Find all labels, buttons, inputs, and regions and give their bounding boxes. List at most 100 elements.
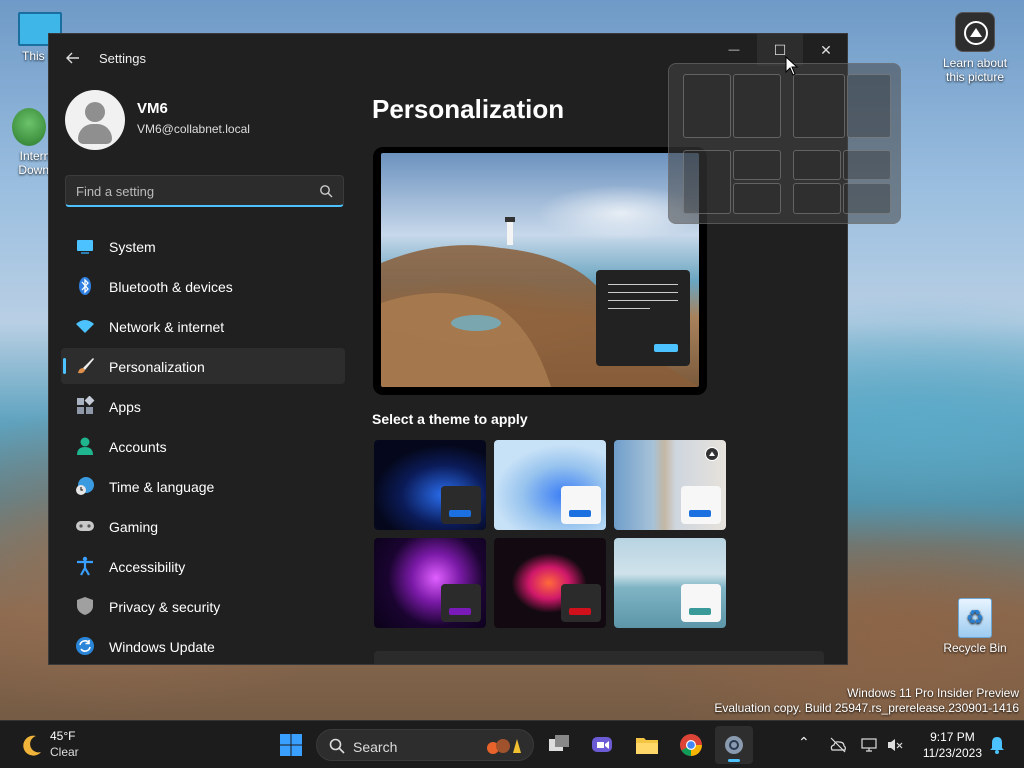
snap-zone[interactable] (683, 74, 731, 138)
clock-date: 11/23/2023 (922, 746, 982, 760)
theme-captured-motion[interactable] (494, 538, 606, 628)
folder-icon (636, 738, 658, 754)
theme-windows-light[interactable] (494, 440, 606, 530)
settings-taskbar-button[interactable] (715, 726, 753, 764)
nav-label: Personalization (109, 359, 205, 375)
user-email: VM6@collabnet.local (137, 122, 250, 136)
snap-zone[interactable] (733, 150, 781, 180)
file-explorer-button[interactable] (628, 726, 666, 764)
weather-condition: Clear (50, 745, 79, 759)
close-button[interactable]: ✕ (803, 34, 847, 66)
nav-label: Gaming (109, 519, 159, 535)
nav-item-bluetooth[interactable]: Bluetooth & devices (61, 268, 345, 304)
nav-label: Accessibility (109, 559, 186, 575)
snap-zone[interactable] (793, 183, 841, 214)
window-title: Settings (99, 51, 146, 66)
wallpaper-preview-image (381, 153, 699, 387)
nav-item-system[interactable]: System (61, 228, 345, 264)
nav-item-network[interactable]: Network & internet (61, 308, 345, 344)
theme-spotlight[interactable] (614, 440, 726, 530)
start-button[interactable] (272, 726, 310, 764)
nav-label: Privacy & security (109, 599, 221, 615)
apps-icon (77, 396, 95, 414)
chrome-button[interactable] (672, 726, 710, 764)
nav-item-apps[interactable]: Apps (61, 388, 345, 424)
snap-zone[interactable] (733, 183, 781, 214)
volume-muted-icon[interactable] (886, 736, 904, 754)
bluetooth-icon (79, 277, 91, 295)
search-icon (320, 185, 333, 198)
user-profile[interactable]: VM6 VM6@collabnet.local (65, 90, 355, 154)
nav-label: Bluetooth & devices (109, 279, 233, 295)
taskbar-search[interactable]: Search (316, 729, 534, 761)
active-indicator (728, 759, 740, 762)
chrome-icon (680, 734, 702, 756)
person-icon (77, 437, 93, 455)
teams-button[interactable] (583, 726, 621, 764)
snap-zone[interactable] (847, 74, 891, 138)
minimize-button[interactable]: — (711, 34, 757, 66)
back-button[interactable] (61, 46, 85, 70)
globe-clock-icon (76, 477, 94, 495)
download-manager-icon (12, 108, 46, 146)
nav-item-accessibility[interactable]: Accessibility (61, 548, 345, 584)
nav-item-accounts[interactable]: Accounts (61, 428, 345, 464)
nav-label: Time & language (109, 479, 215, 495)
snap-zone[interactable] (793, 74, 845, 138)
user-name: VM6 (137, 100, 168, 117)
network-icon[interactable] (860, 736, 878, 754)
learn-label: Learn about this picture (942, 56, 1008, 84)
nav-item-windows-update[interactable]: Windows Update (61, 628, 345, 664)
moon-icon (23, 735, 41, 756)
clock[interactable]: 9:17 PM 11/23/2023 (923, 729, 982, 761)
nav-label: System (109, 239, 156, 255)
brush-icon (78, 358, 94, 374)
nav-item-privacy-security[interactable]: Privacy & security (61, 588, 345, 624)
search-placeholder: Find a setting (76, 184, 155, 199)
weather-temperature: 45°F (50, 729, 76, 743)
update-icon (76, 637, 94, 655)
theme-glow[interactable] (374, 538, 486, 628)
nav-item-gaming[interactable]: Gaming (61, 508, 345, 544)
snap-zone[interactable] (733, 74, 781, 138)
search-icon (329, 738, 345, 754)
nav-label: Windows Update (109, 639, 215, 655)
settings-nav: System Bluetooth & devices Network & int… (61, 228, 345, 664)
theme-windows-dark[interactable] (374, 440, 486, 530)
recycle-bin-icon: ♻ (958, 598, 992, 638)
task-view-button[interactable] (540, 726, 578, 764)
themes-more-row[interactable] (374, 651, 824, 664)
snap-zone[interactable] (683, 150, 731, 214)
shield-icon (77, 597, 93, 615)
task-view-icon (549, 735, 569, 751)
chat-icon (592, 737, 612, 752)
watermark-line-1: Windows 11 Pro Insider Preview (847, 686, 1019, 700)
snap-layouts-flyout (668, 63, 901, 224)
show-hidden-icons-button[interactable]: ⌃ (798, 734, 810, 751)
learn-about-picture[interactable]: Learn about this picture (940, 12, 1010, 84)
controller-icon (76, 521, 94, 531)
snap-zone[interactable] (793, 150, 841, 180)
mouse-cursor-icon (785, 56, 799, 76)
clock-time: 9:17 PM (930, 730, 975, 744)
notification-bell-icon[interactable] (989, 736, 1005, 754)
spotlight-icon (705, 447, 719, 461)
windows-logo-icon (280, 734, 302, 756)
snap-zone[interactable] (843, 183, 891, 214)
watermark-line-2: Evaluation copy. Build 25947.rs_prerelea… (714, 701, 1019, 715)
nav-item-time-language[interactable]: Time & language (61, 468, 345, 504)
find-setting-input[interactable]: Find a setting (65, 175, 344, 207)
themes-heading: Select a theme to apply (372, 411, 528, 427)
taskbar-search-label: Search (353, 739, 398, 755)
nav-item-personalization[interactable]: Personalization (61, 348, 345, 384)
monitor-icon (77, 240, 93, 254)
snap-zone[interactable] (843, 150, 891, 180)
build-watermark: Windows 11 Pro Insider Preview Evaluatio… (714, 686, 1019, 716)
taskbar: 45°F Clear Search ⌃ 9:17 PM 11/23/2023 (0, 720, 1024, 768)
nav-label: Apps (109, 399, 141, 415)
nav-label: Network & internet (109, 319, 225, 335)
page-title: Personalization (372, 94, 565, 124)
onedrive-off-icon[interactable] (829, 736, 847, 754)
desktop-icon-recycle-bin[interactable]: ♻ Recycle Bin (940, 598, 1010, 655)
theme-flow[interactable] (614, 538, 726, 628)
